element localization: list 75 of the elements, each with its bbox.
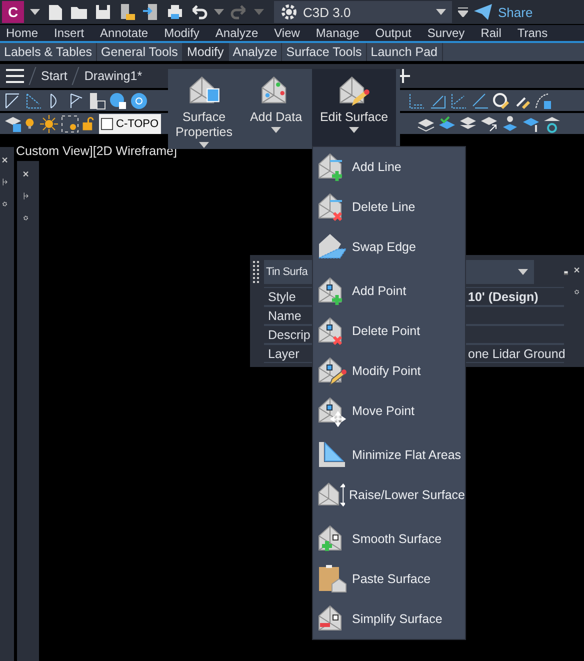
menu-item[interactable]: Paste Surface xyxy=(313,559,465,599)
menu-item[interactable]: Move Point xyxy=(313,391,465,431)
workspace-dropdown[interactable]: C3D 3.0 xyxy=(274,1,452,24)
grid-building-icon[interactable] xyxy=(88,92,106,110)
ribbon-tab[interactable]: Home xyxy=(0,26,38,40)
share-button[interactable]: Share xyxy=(474,4,533,20)
file-tab[interactable]: Start xyxy=(41,68,68,83)
property-name: Style xyxy=(264,287,310,306)
layers-arrow-icon[interactable] xyxy=(480,114,498,133)
grip-icon[interactable] xyxy=(253,261,261,285)
surface-move-icon xyxy=(316,395,348,427)
new-file-icon[interactable] xyxy=(46,3,64,22)
caret-icon[interactable] xyxy=(199,142,209,148)
dimension-icon[interactable] xyxy=(450,92,468,110)
menu-item[interactable]: Simplify Surface xyxy=(313,599,465,639)
person-layers-icon[interactable] xyxy=(500,114,519,133)
menu-icon[interactable] xyxy=(6,68,24,83)
surface-pencil-icon xyxy=(316,355,348,387)
app-logo[interactable]: C xyxy=(2,1,24,24)
caret-icon[interactable] xyxy=(518,269,528,275)
clipboard-surface-icon xyxy=(316,563,348,595)
menu-item[interactable]: Delete Point xyxy=(313,311,465,351)
ribbon-tab[interactable]: Analyze xyxy=(209,26,258,40)
menu-item[interactable]: Add Point xyxy=(313,271,465,311)
print-icon[interactable] xyxy=(166,3,184,22)
device-folder-icon[interactable] xyxy=(118,3,136,22)
frame-sun-icon[interactable] xyxy=(61,114,79,133)
caret-icon[interactable] xyxy=(30,9,40,16)
ribbon-tab[interactable]: Trans xyxy=(511,26,548,40)
padlock-icon[interactable] xyxy=(82,114,96,133)
arrow-line-icon[interactable] xyxy=(471,92,489,110)
menu-item[interactable]: Swap Edge xyxy=(313,227,465,267)
layer-name: C-TOPO xyxy=(116,118,159,130)
ribbon-tab[interactable]: Manage xyxy=(310,26,360,40)
menu-item[interactable]: Add Line xyxy=(313,147,465,187)
property-name: Descrip xyxy=(264,325,310,344)
layers-icon[interactable] xyxy=(4,114,22,133)
ribbon-tab[interactable]: Output xyxy=(369,26,412,40)
ribbon-tab[interactable]: View xyxy=(268,26,300,40)
ribbon-tab[interactable]: Survey xyxy=(421,26,465,40)
device-arrow-icon[interactable] xyxy=(142,3,160,22)
surface-pencil-icon xyxy=(337,74,371,108)
selector-value: Tin Surfa xyxy=(266,266,308,278)
save-icon[interactable] xyxy=(94,3,112,22)
ribbon-tab[interactable]: Annotate xyxy=(94,26,148,40)
globe-grid-icon[interactable] xyxy=(109,92,127,110)
ribbon-tab[interactable]: Modify xyxy=(158,26,200,40)
property-name: Layer xyxy=(264,344,310,363)
sun-icon[interactable] xyxy=(40,114,58,133)
caret-icon[interactable] xyxy=(214,9,224,16)
dimension-icon[interactable] xyxy=(408,92,426,110)
ribbon-tab[interactable]: Rail xyxy=(474,26,502,40)
magnifier-pencil-icon[interactable] xyxy=(492,92,510,110)
ribbon-button[interactable]: Edit Surface xyxy=(312,69,396,149)
menu-item[interactable]: Modify Point xyxy=(313,351,465,391)
layer-dropdown[interactable]: C-TOPO xyxy=(99,114,161,134)
color-swatch-icon[interactable] xyxy=(101,118,113,130)
undo-icon[interactable] xyxy=(190,3,208,22)
property-name: Name xyxy=(264,306,310,325)
caret-icon[interactable] xyxy=(436,9,446,16)
arc-calculator-icon[interactable] xyxy=(534,92,552,110)
menu-item[interactable]: Raise/Lower Surface xyxy=(313,475,465,515)
file-tab[interactable]: Drawing1* xyxy=(84,68,142,83)
gear-icon[interactable] xyxy=(280,3,298,22)
angle-icon[interactable] xyxy=(4,92,22,110)
ribbon-tab[interactable]: Insert xyxy=(48,26,84,40)
workspace-name: C3D 3.0 xyxy=(303,4,352,20)
panel-tab[interactable]: Modify xyxy=(182,43,229,61)
paper-plane-icon[interactable] xyxy=(474,4,492,20)
redo-icon[interactable] xyxy=(230,3,248,22)
menu-item[interactable]: Smooth Surface xyxy=(313,519,465,559)
menu-item[interactable]: Minimize Flat Areas xyxy=(313,435,465,475)
customize-menu-icon[interactable] xyxy=(458,7,468,18)
menu-item[interactable]: Delete Line xyxy=(313,187,465,227)
angle-icon[interactable] xyxy=(25,92,43,110)
